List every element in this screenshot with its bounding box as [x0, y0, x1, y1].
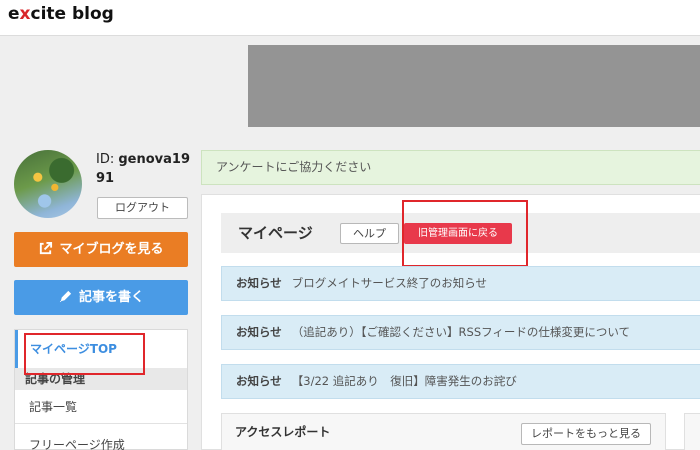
- user-id-label: ID:: [96, 152, 119, 167]
- sidebar-item-free-page[interactable]: フリーページ作成: [15, 428, 187, 450]
- help-button[interactable]: ヘルプ: [340, 223, 399, 244]
- logo-prefix: e: [8, 4, 20, 24]
- user-id-value-cont: 91: [96, 171, 115, 186]
- avatar: [14, 150, 82, 218]
- page-title: マイページ: [238, 224, 313, 242]
- notice-tag: お知らせ: [236, 325, 282, 339]
- excite-blog-logo[interactable]: excite blog: [8, 4, 114, 24]
- view-my-blog-button[interactable]: マイブログを見る: [14, 232, 188, 267]
- notice-item[interactable]: お知らせ 【3/22 追記あり 復旧】障害発生のお詫び: [221, 364, 700, 399]
- right-card-stub: [684, 413, 700, 450]
- top-bar: excite blog: [0, 0, 700, 36]
- sidebar-item-post-list[interactable]: 記事一覧: [15, 390, 187, 424]
- external-link-icon: [40, 241, 53, 255]
- highlight-box-old-admin: [402, 200, 528, 267]
- logout-button[interactable]: ログアウト: [97, 197, 188, 219]
- write-post-label: 記事を書く: [78, 290, 144, 305]
- notice-text: （追記あり）【ご確認ください】RSSフィードの仕様変更について: [291, 325, 631, 339]
- view-my-blog-label: マイブログを見る: [59, 242, 164, 257]
- survey-banner[interactable]: アンケートにご協力ください: [201, 150, 700, 185]
- more-report-button[interactable]: レポートをもっと見る: [521, 423, 651, 445]
- write-post-button[interactable]: 記事を書く: [14, 280, 188, 315]
- notice-text: 【3/22 追記あり 復旧】障害発生のお詫び: [291, 374, 517, 388]
- notice-text: ブログメイトサービス終了のお知らせ: [291, 276, 488, 290]
- notice-item[interactable]: お知らせ （追記あり）【ご確認ください】RSSフィードの仕様変更について: [221, 315, 700, 350]
- ad-banner: [248, 45, 700, 127]
- logo-x: x: [19, 4, 31, 24]
- pencil-icon: [59, 290, 72, 303]
- highlight-box-mypage-top: [24, 333, 145, 375]
- notice-item[interactable]: お知らせ ブログメイトサービス終了のお知らせ: [221, 266, 700, 301]
- notice-tag: お知らせ: [236, 374, 282, 388]
- logo-suffix: cite blog: [30, 4, 114, 24]
- user-id-value: genova19: [118, 152, 191, 167]
- access-report-title: アクセスレポート: [235, 425, 331, 439]
- user-id: ID: genova19 91: [96, 150, 196, 188]
- notice-tag: お知らせ: [236, 276, 282, 290]
